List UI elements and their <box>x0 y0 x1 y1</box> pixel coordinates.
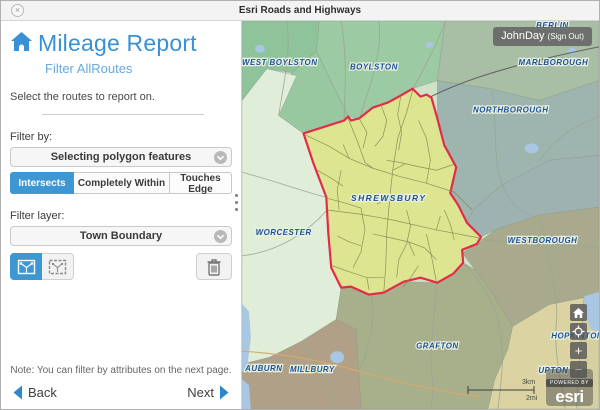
scale-km-label: 3km <box>522 379 535 386</box>
selection-tools-row <box>10 253 232 280</box>
town-label: MILLBURY <box>290 365 335 374</box>
sidebar-panel: Mileage Report Filter AllRoutes Select t… <box>1 21 242 409</box>
back-button[interactable]: Back <box>12 385 57 400</box>
scale-bar: 3km 2mi <box>464 376 544 402</box>
user-signout-button[interactable]: JohnDay (Sign Out) <box>493 27 592 46</box>
town-label: AUBURN <box>244 364 282 373</box>
filter-by-dropdown[interactable]: Selecting polygon features <box>10 147 232 167</box>
esri-brand: esri <box>546 389 593 405</box>
polygon-select-icon <box>17 258 36 276</box>
scale-mi-label: 2mi <box>526 395 538 402</box>
wizard-footer: Back Next <box>10 385 232 403</box>
home-extent-button[interactable] <box>570 304 587 321</box>
rectangle-select-icon <box>48 258 67 276</box>
note-text: Note: You can filter by attributes on th… <box>10 365 232 376</box>
chevron-down-icon <box>214 151 227 169</box>
chevron-right-icon <box>219 385 230 400</box>
town-label: BOYLSTON <box>350 63 398 72</box>
next-label: Next <box>187 385 214 400</box>
intersects-button[interactable]: Intersects <box>10 172 74 194</box>
chevron-down-icon <box>214 230 227 248</box>
locate-button[interactable] <box>570 323 587 340</box>
select-by-polygon-button[interactable] <box>10 253 42 280</box>
chevron-left-icon <box>12 385 23 400</box>
panel-splitter-handle[interactable] <box>235 194 238 211</box>
close-icon[interactable]: × <box>11 4 24 17</box>
trash-icon <box>206 258 222 276</box>
app-title: Esri Roads and Highways <box>1 5 599 16</box>
powered-by-label: POWERED BY <box>546 379 593 387</box>
basemap-svg: BERLIN WEST BOYLSTON BOYLSTON MARLBOROUG… <box>242 21 599 409</box>
instruction-text: Select the routes to report on. <box>10 91 232 103</box>
town-label: MARLBOROUGH <box>519 58 589 67</box>
selected-town-label: SHREWSBURY <box>351 193 427 203</box>
town-label: WEST BOYLSTON <box>242 58 317 67</box>
page-title: Mileage Report <box>38 30 197 57</box>
filter-by-label: Filter by: <box>10 131 232 143</box>
town-label: WORCESTER <box>256 228 312 237</box>
locate-icon <box>572 325 585 338</box>
next-button[interactable]: Next <box>187 385 230 400</box>
home-icon <box>573 308 584 318</box>
town-label: GRAFTON <box>416 341 459 350</box>
clear-selection-button[interactable] <box>196 253 232 280</box>
divider <box>42 114 204 115</box>
page-subtitle: Filter AllRoutes <box>45 61 232 76</box>
zoom-in-button[interactable]: + <box>570 342 587 359</box>
filter-by-value: Selecting polygon features <box>11 151 231 163</box>
map-controls: + − <box>570 304 587 378</box>
map-canvas[interactable]: BERLIN WEST BOYLSTON BOYLSTON MARLBOROUG… <box>242 21 599 409</box>
back-label: Back <box>28 385 57 400</box>
town-label: NORTHBOROUGH <box>473 106 548 115</box>
home-icon <box>10 31 33 57</box>
filter-layer-label: Filter layer: <box>10 210 232 222</box>
esri-logo: POWERED BY esri <box>546 369 593 406</box>
filter-layer-value: Town Boundary <box>11 230 231 242</box>
app-window: Esri Roads and Highways × Mileage Report… <box>0 0 600 410</box>
spatial-relation-group: Intersects Completely Within Touches Edg… <box>10 172 232 194</box>
user-name: JohnDay <box>501 30 544 42</box>
touches-edge-button[interactable]: Touches Edge <box>170 172 232 194</box>
town-label: WESTBOROUGH <box>508 236 578 245</box>
sign-out-label: (Sign Out) <box>548 32 584 41</box>
select-by-rectangle-button[interactable] <box>42 253 74 280</box>
title-bar: Esri Roads and Highways × <box>1 1 599 21</box>
filter-layer-dropdown[interactable]: Town Boundary <box>10 226 232 246</box>
completely-within-button[interactable]: Completely Within <box>74 172 170 194</box>
